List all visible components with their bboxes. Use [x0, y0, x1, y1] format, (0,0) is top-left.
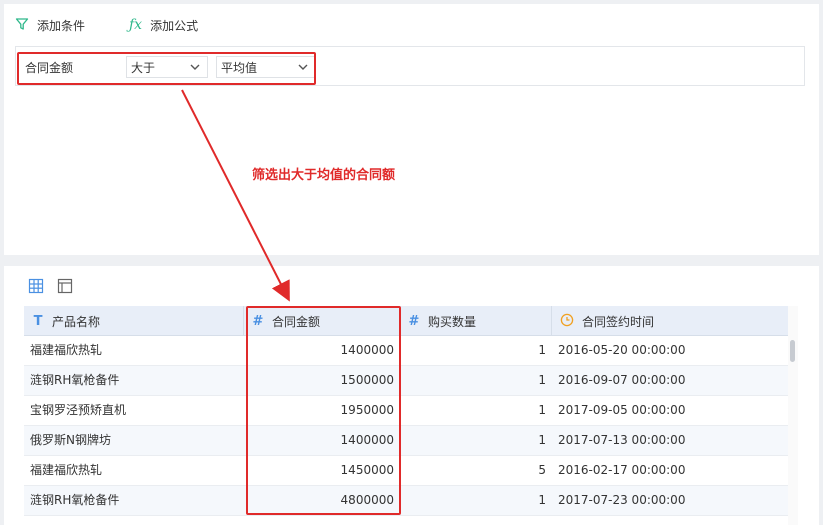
filter-icon: [15, 17, 29, 34]
cell-sign-date: 2016-09-07 00:00:00: [558, 373, 686, 387]
cell-contract-amount: 1500000: [340, 373, 394, 387]
chevron-down-icon: [297, 61, 309, 76]
scrollbar-thumb[interactable]: [790, 340, 795, 362]
column-header-product[interactable]: T 产品名称: [24, 306, 244, 336]
data-table: T 产品名称 # 合同金额 # 购买数量 合同签约时间 福建福欣热轧 14000…: [24, 306, 788, 525]
cell-product-name: 福建福欣热轧: [30, 463, 103, 477]
column-header-date[interactable]: 合同签约时间: [552, 306, 788, 336]
cell-contract-amount: 1400000: [340, 433, 394, 447]
column-header-quantity[interactable]: # 购买数量: [400, 306, 552, 336]
text-type-icon: T: [33, 313, 43, 329]
table-row[interactable]: 福建福欣热轧 1400000 1 2016-05-20 00:00:00: [24, 336, 788, 366]
filter-condition-row: 合同金额 大于 平均值: [15, 46, 805, 86]
add-formula-label: 添加公式: [150, 18, 199, 33]
cell-product-name: 福建福欣热轧: [30, 343, 103, 357]
cell-quantity: 1: [538, 493, 546, 507]
column-label: 合同金额: [272, 314, 321, 329]
table-row[interactable]: 宝钢罗泾预矫直机 1950000 1 2017-09-05 00:00:00: [24, 396, 788, 426]
cell-sign-date: 2017-07-23 00:00:00: [558, 493, 686, 507]
column-label: 产品名称: [52, 314, 101, 329]
column-label: 合同签约时间: [582, 314, 655, 329]
number-type-icon: #: [408, 313, 420, 329]
cell-product-name: 俄罗斯N钢牌坊: [30, 433, 111, 447]
value-value: 平均值: [221, 60, 258, 75]
formula-icon: ƒx: [129, 17, 143, 33]
vertical-scrollbar[interactable]: [788, 306, 798, 525]
cell-contract-amount: 4800000: [340, 493, 394, 507]
table-row[interactable]: 涟钢RH氧枪备件 4800000 1 2017-07-23 00:00:00: [24, 486, 788, 516]
table-header: T 产品名称 # 合同金额 # 购买数量 合同签约时间: [24, 306, 788, 336]
filter-panel: 添加条件 ƒx 添加公式 合同金额 大于 平均值: [4, 4, 819, 255]
table-body: 福建福欣热轧 1400000 1 2016-05-20 00:00:00 涟钢RH氧枪备…: [24, 336, 788, 516]
operator-value: 大于: [131, 60, 156, 75]
cell-quantity: 1: [538, 373, 546, 387]
cell-sign-date: 2017-07-13 00:00:00: [558, 433, 686, 447]
table-view-icon[interactable]: [28, 278, 44, 294]
annotation-label: 筛选出大于均值的合同额: [252, 168, 396, 183]
cell-product-name: 涟钢RH氧枪备件: [30, 373, 120, 387]
clock-icon: [560, 313, 574, 330]
table-row[interactable]: 俄罗斯N钢牌坊 1400000 1 2017-07-13 00:00:00: [24, 426, 788, 456]
chevron-down-icon: [189, 61, 201, 76]
table-row[interactable]: 涟钢RH氧枪备件 1500000 1 2016-09-07 00:00:00: [24, 366, 788, 396]
cell-quantity: 1: [538, 343, 546, 357]
add-formula-button[interactable]: ƒx 添加公式: [129, 14, 198, 36]
filter-field-name: 合同金额: [25, 61, 74, 75]
cell-product-name: 宝钢罗泾预矫直机: [30, 403, 127, 417]
operator-select[interactable]: 大于: [126, 56, 208, 78]
cell-contract-amount: 1400000: [340, 343, 394, 357]
cell-product-name: 涟钢RH氧枪备件: [30, 493, 120, 507]
cell-quantity: 5: [538, 463, 546, 477]
number-type-icon: #: [252, 313, 264, 329]
value-select[interactable]: 平均值: [216, 56, 316, 78]
cell-sign-date: 2016-02-17 00:00:00: [558, 463, 686, 477]
add-condition-label: 添加条件: [37, 18, 86, 33]
table-row[interactable]: 福建福欣热轧 1450000 5 2016-02-17 00:00:00: [24, 456, 788, 486]
cell-sign-date: 2016-05-20 00:00:00: [558, 343, 686, 357]
data-preview-panel: T 产品名称 # 合同金额 # 购买数量 合同签约时间 福建福欣热轧 14000…: [4, 266, 819, 525]
cell-quantity: 1: [538, 433, 546, 447]
cell-contract-amount: 1450000: [340, 463, 394, 477]
cell-quantity: 1: [538, 403, 546, 417]
add-condition-button[interactable]: 添加条件: [15, 14, 85, 36]
column-header-amount[interactable]: # 合同金额: [244, 306, 400, 336]
column-label: 购买数量: [428, 314, 477, 329]
cell-sign-date: 2017-09-05 00:00:00: [558, 403, 686, 417]
layout-view-icon[interactable]: [57, 278, 73, 294]
cell-contract-amount: 1950000: [340, 403, 394, 417]
